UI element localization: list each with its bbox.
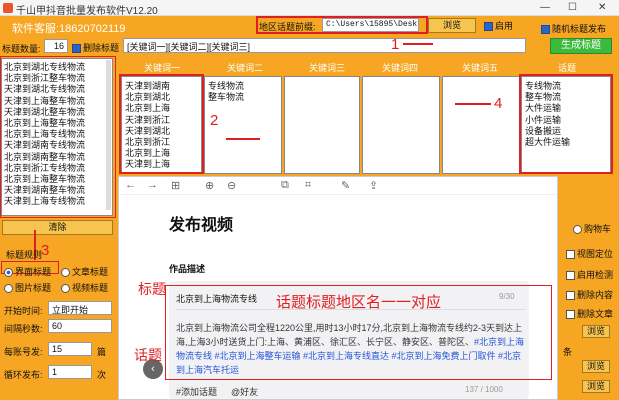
interval-label: 间隔秒数: — [4, 324, 43, 334]
zoom-out-icon[interactable]: ⊖ — [227, 179, 236, 192]
region-browse-button[interactable]: 浏览 — [428, 18, 476, 33]
copy-icon[interactable]: ⧉ — [281, 179, 289, 192]
browse-button-4[interactable]: 浏览 — [582, 380, 610, 393]
generate-title-button[interactable]: 生成标题 — [550, 38, 612, 54]
annotation-label-2: 2 — [210, 112, 219, 129]
keyword5-panel[interactable] — [442, 76, 520, 174]
cart-checkbox[interactable]: 购物车 — [573, 222, 611, 235]
body-counter: 137 / 1000 — [465, 385, 503, 394]
loop-input[interactable]: 1 — [48, 365, 92, 379]
radio-video-title[interactable]: 视频标题 — [61, 281, 108, 294]
region-label: 地区话题前缀: — [259, 22, 316, 32]
annotation-label-1: 1 — [391, 36, 400, 53]
count-label: 标题数量: — [2, 44, 41, 54]
forward-icon[interactable]: → — [147, 179, 158, 191]
crop-icon[interactable]: ⌗ — [305, 179, 311, 192]
grid-icon[interactable]: ⊞ — [171, 179, 180, 192]
per-day-input[interactable]: 15 — [48, 342, 92, 356]
browse-button-2[interactable]: 浏览 — [582, 325, 610, 338]
per-day-unit: 篇 — [97, 347, 107, 357]
app-name: 软件客服:18620702119 — [12, 23, 126, 35]
share-icon[interactable]: ⇪ — [369, 179, 378, 192]
keyword-item: 整车物流 — [208, 92, 245, 103]
delete-article-checkbox[interactable]: 删除文章 — [566, 307, 613, 320]
loop-label: 循环发布: — [4, 370, 43, 380]
annotation-box-topics — [519, 74, 613, 174]
checkbox-icon — [566, 310, 575, 320]
browser-toolbar: ← → ⊞ ⊕ ⊖ ⧉ ⌗ ✎ ⇪ — [119, 177, 557, 195]
browse-button-3[interactable]: 浏览 — [582, 360, 610, 373]
arrow-1 — [403, 43, 433, 45]
column-header-kw4: 关键词四 — [381, 63, 418, 73]
column-header-topic: 话题 — [557, 63, 576, 73]
radio-icon — [573, 225, 582, 235]
keyword-template-input[interactable]: [关键词一][关键词二][关键词三] — [123, 38, 526, 53]
description-label: 作品描述 — [169, 264, 206, 274]
arrow-4 — [455, 103, 491, 105]
checkbox-icon — [566, 250, 575, 260]
check-icon — [484, 22, 493, 32]
radio-image-title[interactable]: 图片标题 — [4, 281, 51, 294]
region-enable-checkbox[interactable]: 启用 — [484, 19, 513, 32]
keyword4-panel[interactable] — [362, 76, 440, 174]
annotation-label-4: 4 — [494, 95, 503, 112]
region-path-input[interactable]: C:\Users\15895\Desktop — [322, 18, 419, 32]
column-header-kw1: 关键词一 — [143, 63, 180, 73]
app-logo-icon — [3, 3, 13, 13]
clear-button[interactable]: 清除 — [2, 220, 113, 235]
radio-icon — [61, 268, 70, 278]
add-topic-button[interactable]: #添加话题 — [176, 385, 217, 398]
start-time-select[interactable]: 立即开始 — [48, 301, 112, 315]
loop-unit: 次 — [97, 370, 107, 380]
annotation-box-keywords — [119, 74, 204, 174]
zoom-in-icon[interactable]: ⊕ — [205, 179, 214, 192]
column-header-kw5: 关键词五 — [461, 63, 498, 73]
annotation-label-3: 3 — [41, 242, 50, 259]
arrow-2 — [226, 138, 260, 140]
rule-label: 标题规则 — [6, 250, 43, 260]
check-icon — [72, 44, 81, 54]
close-button[interactable]: ✕ — [598, 2, 606, 13]
page-title: 发布视频 — [169, 217, 234, 234]
checkbox-icon — [566, 291, 575, 301]
random-post-checkbox[interactable]: 随机标题发布 — [541, 22, 606, 35]
keyword-item: 专线物流 — [208, 81, 245, 91]
radio-ui-title[interactable]: 界面标题 — [4, 265, 51, 278]
window-title: 千山甲抖音批量发布软件V12.20 — [16, 6, 158, 17]
unit-suffix: 条 — [563, 347, 573, 357]
enable-detect-checkbox[interactable]: 启用检测 — [566, 268, 613, 281]
count-input[interactable]: 16 — [44, 39, 68, 53]
delete-content-checkbox[interactable]: 删除内容 — [566, 288, 613, 301]
annotation-note: 话题标题地区名一一对应 — [276, 294, 442, 311]
start-time-label: 开始时间: — [4, 306, 43, 316]
per-day-label: 每账号发: — [4, 347, 43, 357]
radio-icon — [4, 284, 13, 294]
checkbox-icon — [566, 271, 575, 281]
radio-file-title[interactable]: 文章标题 — [61, 265, 108, 278]
minimize-button[interactable]: — — [540, 2, 550, 13]
at-friend-button[interactable]: @好友 — [231, 385, 258, 398]
video-position-checkbox[interactable]: 视图定位 — [566, 247, 613, 260]
delete-title-checkbox[interactable]: 删除标题 — [72, 41, 119, 54]
back-icon[interactable]: ← — [125, 179, 136, 191]
title-bar: 千山甲抖音批量发布软件V12.20 — ☐ ✕ — [0, 0, 619, 17]
column-header-kw3: 关键词三 — [308, 63, 345, 73]
annotation-box-list — [0, 56, 116, 218]
check-icon — [541, 25, 550, 35]
annotation-title-label: 标题 — [138, 281, 166, 297]
interval-input[interactable]: 60 — [48, 319, 112, 333]
maximize-button[interactable]: ☐ — [568, 2, 577, 13]
annotation-topic-label: 话题 — [134, 347, 162, 363]
column-header-kw2: 关键词二 — [226, 63, 263, 73]
radio-icon — [61, 284, 70, 294]
keyword3-panel[interactable] — [284, 76, 360, 174]
radio-icon — [4, 268, 13, 278]
edit-icon[interactable]: ✎ — [341, 179, 350, 192]
